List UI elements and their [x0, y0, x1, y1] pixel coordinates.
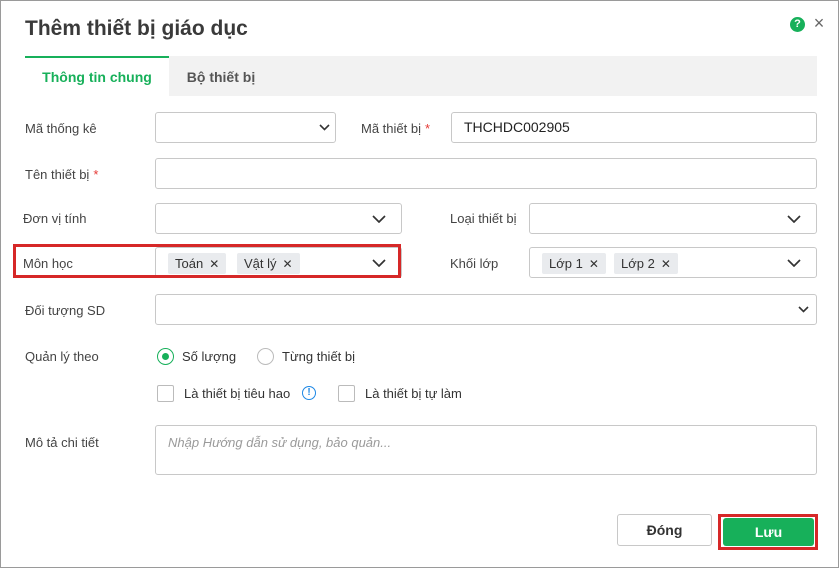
- chevron-down-icon: [796, 295, 810, 324]
- remove-tag-icon[interactable]: ✕: [661, 257, 671, 271]
- save-button[interactable]: Lưu: [723, 518, 814, 546]
- radio-tung-thiet-bi-label[interactable]: Từng thiết bị: [282, 349, 355, 364]
- doi-tuong-sd-label: Đối tượng SD: [25, 303, 106, 318]
- quan-ly-theo-label: Quản lý theo: [25, 349, 99, 364]
- checkbox-tieu-hao-label[interactable]: Là thiết bị tiêu hao: [184, 386, 290, 401]
- tag-label: Lớp 1: [549, 256, 583, 271]
- mon-hoc-highlight-box: [13, 244, 401, 278]
- loai-thiet-bi-label: Loại thiết bị: [450, 211, 517, 226]
- chevron-down-icon: [317, 113, 331, 142]
- chevron-down-icon: [786, 248, 802, 277]
- add-equipment-dialog: Thêm thiết bị giáo dục ? × Thông tin chu…: [0, 0, 839, 568]
- required-mark: *: [424, 121, 431, 136]
- info-icon[interactable]: !: [302, 386, 316, 400]
- radio-so-luong[interactable]: [157, 348, 174, 365]
- don-vi-tinh-label: Đơn vị tính: [23, 211, 87, 226]
- mo-ta-label: Mô tả chi tiết: [25, 435, 99, 450]
- tab-bar: Thông tin chung Bộ thiết bị: [25, 56, 817, 96]
- chevron-down-icon: [371, 204, 387, 233]
- dialog-title: Thêm thiết bị giáo dục: [25, 17, 248, 40]
- chevron-down-icon: [786, 204, 802, 233]
- checkbox-tu-lam[interactable]: [338, 385, 355, 402]
- tab-general-info[interactable]: Thông tin chung: [25, 56, 169, 96]
- doi-tuong-sd-select[interactable]: [155, 294, 817, 325]
- ma-thong-ke-select[interactable]: [155, 112, 336, 143]
- checkbox-tieu-hao[interactable]: [157, 385, 174, 402]
- ma-thiet-bi-value: THCHDC002905: [464, 119, 570, 135]
- mo-ta-textarea[interactable]: Nhập Hướng dẫn sử dụng, bảo quản...: [155, 425, 817, 475]
- khoi-lop-multiselect[interactable]: Lớp 1 ✕ Lớp 2 ✕: [529, 247, 817, 278]
- ma-thiet-bi-input[interactable]: THCHDC002905: [451, 112, 817, 143]
- checkbox-tu-lam-label[interactable]: Là thiết bị tự làm: [365, 386, 462, 401]
- tag-lop-1: Lớp 1 ✕: [542, 253, 606, 274]
- close-icon[interactable]: ×: [809, 12, 829, 34]
- radio-tung-thiet-bi[interactable]: [257, 348, 274, 365]
- ma-thiet-bi-label: Mã thiết bị *: [361, 121, 430, 136]
- radio-so-luong-label[interactable]: Số lượng: [182, 349, 236, 364]
- ma-thong-ke-label: Mã thống kê: [25, 121, 97, 136]
- tag-label: Lớp 2: [621, 256, 655, 271]
- ten-thiet-bi-input[interactable]: [155, 158, 817, 189]
- required-mark: *: [93, 167, 99, 182]
- ma-thiet-bi-label-text: Mã thiết bị: [361, 121, 421, 136]
- ten-thiet-bi-label-text: Tên thiết bị: [25, 167, 90, 182]
- loai-thiet-bi-select[interactable]: [529, 203, 817, 234]
- tag-lop-2: Lớp 2 ✕: [614, 253, 678, 274]
- don-vi-tinh-select[interactable]: [155, 203, 402, 234]
- mo-ta-placeholder: Nhập Hướng dẫn sử dụng, bảo quản...: [168, 435, 392, 450]
- close-button[interactable]: Đóng: [617, 514, 712, 546]
- remove-tag-icon[interactable]: ✕: [589, 257, 599, 271]
- khoi-lop-label: Khối lớp: [450, 256, 499, 271]
- help-icon[interactable]: ?: [790, 17, 805, 32]
- tab-equipment-set[interactable]: Bộ thiết bị: [169, 56, 273, 96]
- ten-thiet-bi-label: Tên thiết bị *: [25, 167, 98, 182]
